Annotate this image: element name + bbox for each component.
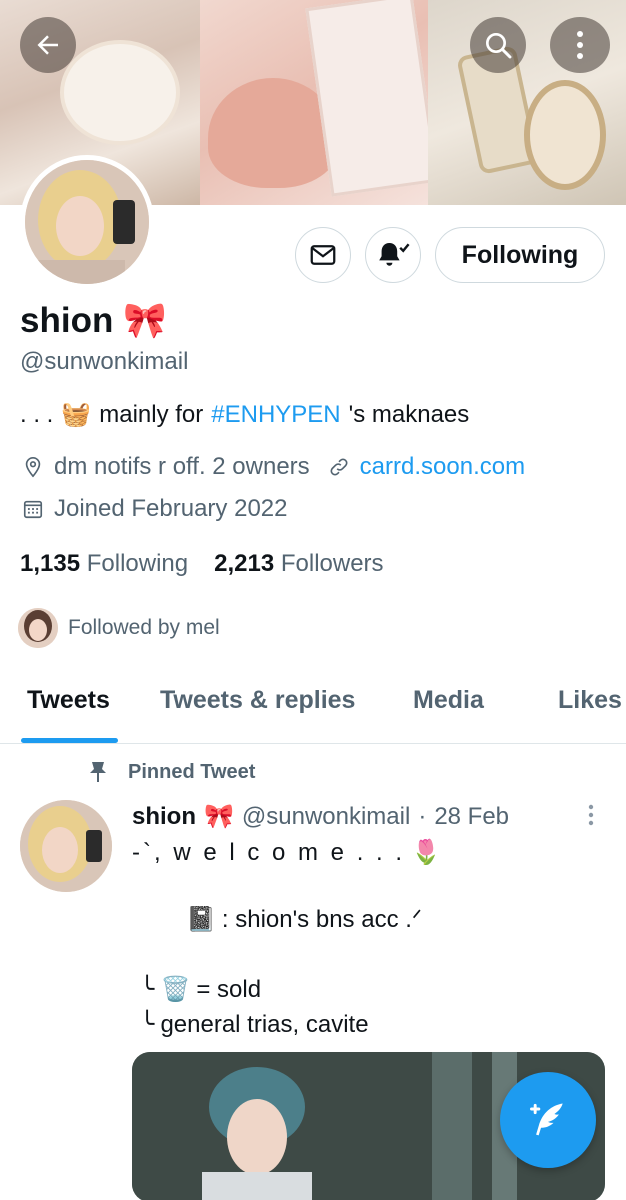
follower-avatar (18, 608, 58, 648)
tweet-line-4: ╰ general trias, cavite (140, 1010, 369, 1039)
back-arrow-icon (37, 35, 58, 55)
following-stat[interactable]: 1,135 Following (20, 550, 188, 578)
pinned-tweet-label: Pinned Tweet (88, 760, 255, 784)
search-button[interactable] (470, 17, 526, 73)
notebook-emoji: 📓 (186, 906, 216, 933)
tweet-line-3-prefix: ╰ (140, 976, 155, 1003)
profile-location: dm notifs r off. 2 owners (54, 453, 310, 480)
tulip-emoji: 🌷 (411, 839, 444, 866)
basket-emoji: 🧺 (61, 401, 92, 428)
tweet-line-2: 📓 : shion's bns acc .ᐟ (186, 905, 422, 934)
profile-website-link[interactable]: carrd.soon.com (360, 453, 525, 481)
bio-text-2: 's maknaes (348, 400, 470, 428)
compose-tweet-button[interactable] (500, 1072, 596, 1168)
tweet-more-button[interactable] (584, 803, 598, 834)
profile-avatar[interactable] (20, 155, 154, 289)
tweet-author-emoji: 🎀 (204, 803, 234, 830)
following-button[interactable]: Following (435, 227, 605, 283)
envelope-icon (310, 245, 336, 265)
search-icon (486, 33, 512, 59)
banner-mirror-decor (524, 80, 606, 190)
followed-by-row[interactable]: Followed by mel (18, 608, 220, 648)
followers-stat[interactable]: 2,213 Followers (214, 550, 383, 578)
profile-name: shion 🎀 (20, 300, 167, 341)
tweet-line-4-prefix: ╰ (140, 1011, 155, 1038)
ribbon-emoji: 🎀 (123, 301, 167, 340)
following-label: Following (86, 550, 189, 577)
tweet-avatar-photo (20, 800, 112, 892)
compose-feather-icon (530, 1103, 563, 1136)
following-count: 1,135 (20, 550, 81, 577)
tweet-separator: · (418, 802, 427, 830)
followers-label: Followers (280, 550, 384, 577)
tweet-date[interactable]: 28 Feb (434, 803, 509, 831)
followed-by-text: Followed by mel (68, 616, 220, 639)
link-icon (326, 454, 352, 480)
bio-hashtag-link[interactable]: #ENHYPEN (211, 401, 340, 429)
bio-prefix: . . . (20, 400, 54, 428)
wastebasket-emoji: 🗑️ (160, 976, 191, 1003)
more-vertical-icon (577, 31, 583, 59)
banner-photo-2 (200, 0, 439, 205)
profile-meta-location-row: dm notifs r off. 2 owners carrd.soon.com (20, 453, 525, 481)
tweet-line-3-text: = sold (196, 975, 262, 1003)
bell-check-icon (379, 243, 410, 266)
pinned-tweet-text: Pinned Tweet (128, 760, 256, 783)
profile-bio: . . . 🧺 mainly for #ENHYPEN 's maknaes (20, 400, 469, 429)
profile-meta-joined-row: Joined February 2022 (20, 495, 287, 523)
tab-tweets-and-replies[interactable]: Tweets & replies (160, 686, 355, 715)
location-pin-icon (20, 454, 46, 480)
tab-likes[interactable]: Likes (558, 686, 622, 715)
followers-count: 2,213 (214, 550, 275, 577)
tweet-header: shion 🎀 @sunwonkimail · 28 Feb (132, 802, 509, 831)
profile-joined-date: Joined February 2022 (54, 495, 288, 522)
tweet-line-3: ╰ 🗑️ = sold (140, 975, 261, 1004)
more-vertical-icon (588, 804, 594, 826)
avatar-photo (25, 160, 149, 284)
more-options-button[interactable] (550, 17, 610, 73)
message-button[interactable] (295, 227, 351, 283)
tweet-author-handle[interactable]: @sunwonkimail (242, 803, 410, 831)
tweet-author-avatar[interactable] (20, 800, 112, 892)
tab-tweets[interactable]: Tweets (27, 686, 110, 715)
tweet-line-2-text: : shion's bns acc .ᐟ (221, 906, 423, 933)
tweet-author-name[interactable]: shion (132, 803, 196, 831)
notifications-button[interactable] (365, 227, 421, 283)
profile-name-text: shion (20, 300, 114, 340)
active-tab-indicator (21, 738, 118, 743)
bio-text-1: mainly for (99, 400, 204, 428)
calendar-icon (20, 496, 46, 522)
profile-stats: 1,135 Following 2,213 Followers (20, 550, 384, 578)
profile-tabs: Tweets Tweets & replies Media Likes (0, 672, 626, 744)
pin-icon (90, 762, 106, 782)
banner-plate-decor (60, 40, 180, 145)
tweet-line-1: -`, w e l c o m e . . . 🌷 (132, 838, 444, 867)
back-button[interactable] (20, 17, 76, 73)
tab-media[interactable]: Media (413, 686, 484, 715)
tweet-line-1-text: -`, w e l c o m e . . . (132, 838, 406, 866)
profile-handle: @sunwonkimail (20, 348, 189, 375)
tweet-line-4-text: general trias, cavite (160, 1010, 369, 1038)
